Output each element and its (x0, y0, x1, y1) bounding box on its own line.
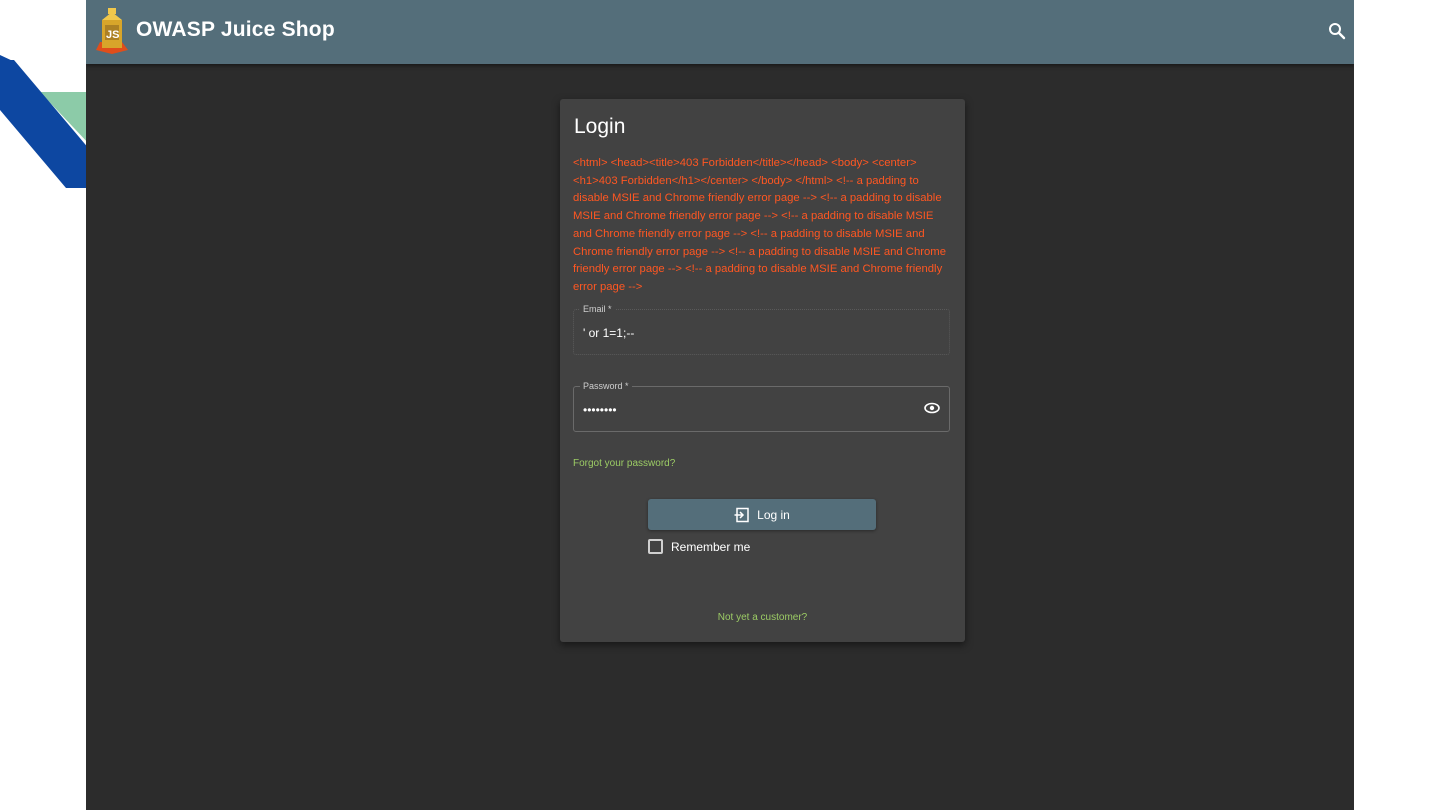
juice-shop-app: JS OWASP Juice Shop Login <html> <head><… (86, 0, 1354, 810)
remember-me-label[interactable]: Remember me (671, 540, 750, 554)
password-label: Password * (580, 381, 632, 391)
decorative-slide-shapes (0, 55, 90, 188)
login-title: Login (574, 115, 626, 138)
remember-me[interactable]: Remember me (648, 539, 750, 554)
login-button[interactable]: Log in (648, 499, 876, 530)
juice-carton-icon[interactable]: JS (92, 6, 132, 54)
login-card: Login <html> <head><title>403 Forbidden<… (560, 99, 965, 642)
email-input[interactable]: ' or 1=1;-- (583, 326, 634, 340)
email-field[interactable]: Email * ' or 1=1;-- (573, 304, 950, 355)
password-input[interactable]: •••••••• (583, 403, 617, 417)
password-field[interactable]: Password * •••••••• (573, 381, 950, 432)
app-title[interactable]: OWASP Juice Shop (136, 18, 335, 42)
top-toolbar: JS OWASP Juice Shop (86, 0, 1354, 64)
page: JS OWASP Juice Shop Login <html> <head><… (0, 0, 1440, 810)
login-icon (734, 507, 749, 522)
search-icon[interactable] (1326, 20, 1348, 42)
email-label: Email * (580, 304, 615, 314)
login-button-label: Log in (757, 507, 790, 522)
forgot-password-link[interactable]: Forgot your password? (573, 458, 675, 469)
register-link[interactable]: Not yet a customer? (560, 612, 965, 623)
error-message: <html> <head><title>403 Forbidden</title… (573, 157, 946, 293)
eye-icon[interactable] (924, 401, 940, 415)
remember-me-checkbox[interactable] (648, 539, 663, 554)
svg-text:JS: JS (106, 29, 119, 41)
password-field-outline (573, 386, 950, 432)
